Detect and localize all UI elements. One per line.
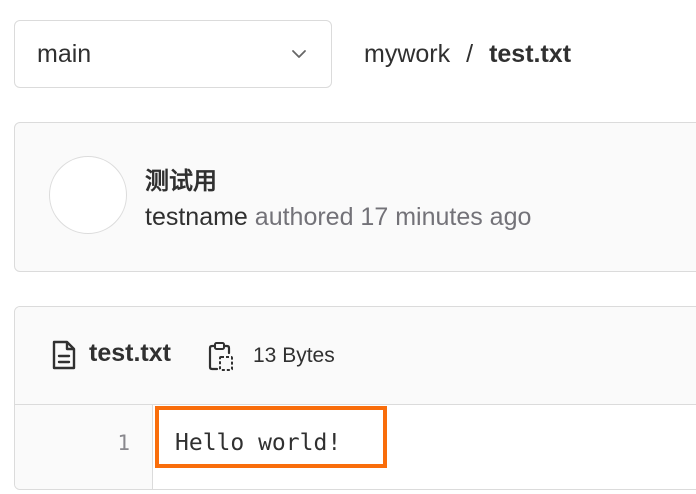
- code-line: Hello world!: [175, 430, 342, 456]
- breadcrumb-project-link[interactable]: mywork: [364, 40, 450, 69]
- file-text-icon: [51, 339, 77, 371]
- branch-selector[interactable]: main: [14, 20, 332, 88]
- breadcrumb-separator: /: [466, 39, 474, 68]
- commit-author-link[interactable]: testname: [145, 203, 248, 231]
- file-holder: test.txt 13 Bytes 1 Hello world!: [14, 306, 696, 490]
- breadcrumb-current-file: test.txt: [489, 39, 572, 68]
- chevron-down-icon: [289, 44, 309, 64]
- line-number[interactable]: 1: [117, 431, 130, 455]
- commit-title-link[interactable]: 测试用: [145, 161, 217, 196]
- line-number-gutter: 1: [15, 405, 153, 489]
- commit-authored-time: authored 17 minutes ago: [254, 203, 532, 231]
- file-size: 13 Bytes: [253, 344, 335, 367]
- breadcrumb: mywork / test.txt: [364, 36, 571, 72]
- commit-meta: testname authored 17 minutes ago: [145, 203, 531, 232]
- file-view-page: main mywork / test.txt 测试用 testname auth…: [0, 0, 696, 494]
- file-header: test.txt 13 Bytes: [15, 307, 696, 405]
- branch-name: main: [37, 39, 92, 68]
- last-commit-panel: 测试用 testname authored 17 minutes ago: [14, 122, 696, 272]
- copy-clipboard-icon[interactable]: [207, 341, 235, 373]
- file-content: 1 Hello world!: [15, 405, 696, 489]
- file-name: test.txt: [89, 339, 171, 367]
- avatar[interactable]: [49, 156, 127, 234]
